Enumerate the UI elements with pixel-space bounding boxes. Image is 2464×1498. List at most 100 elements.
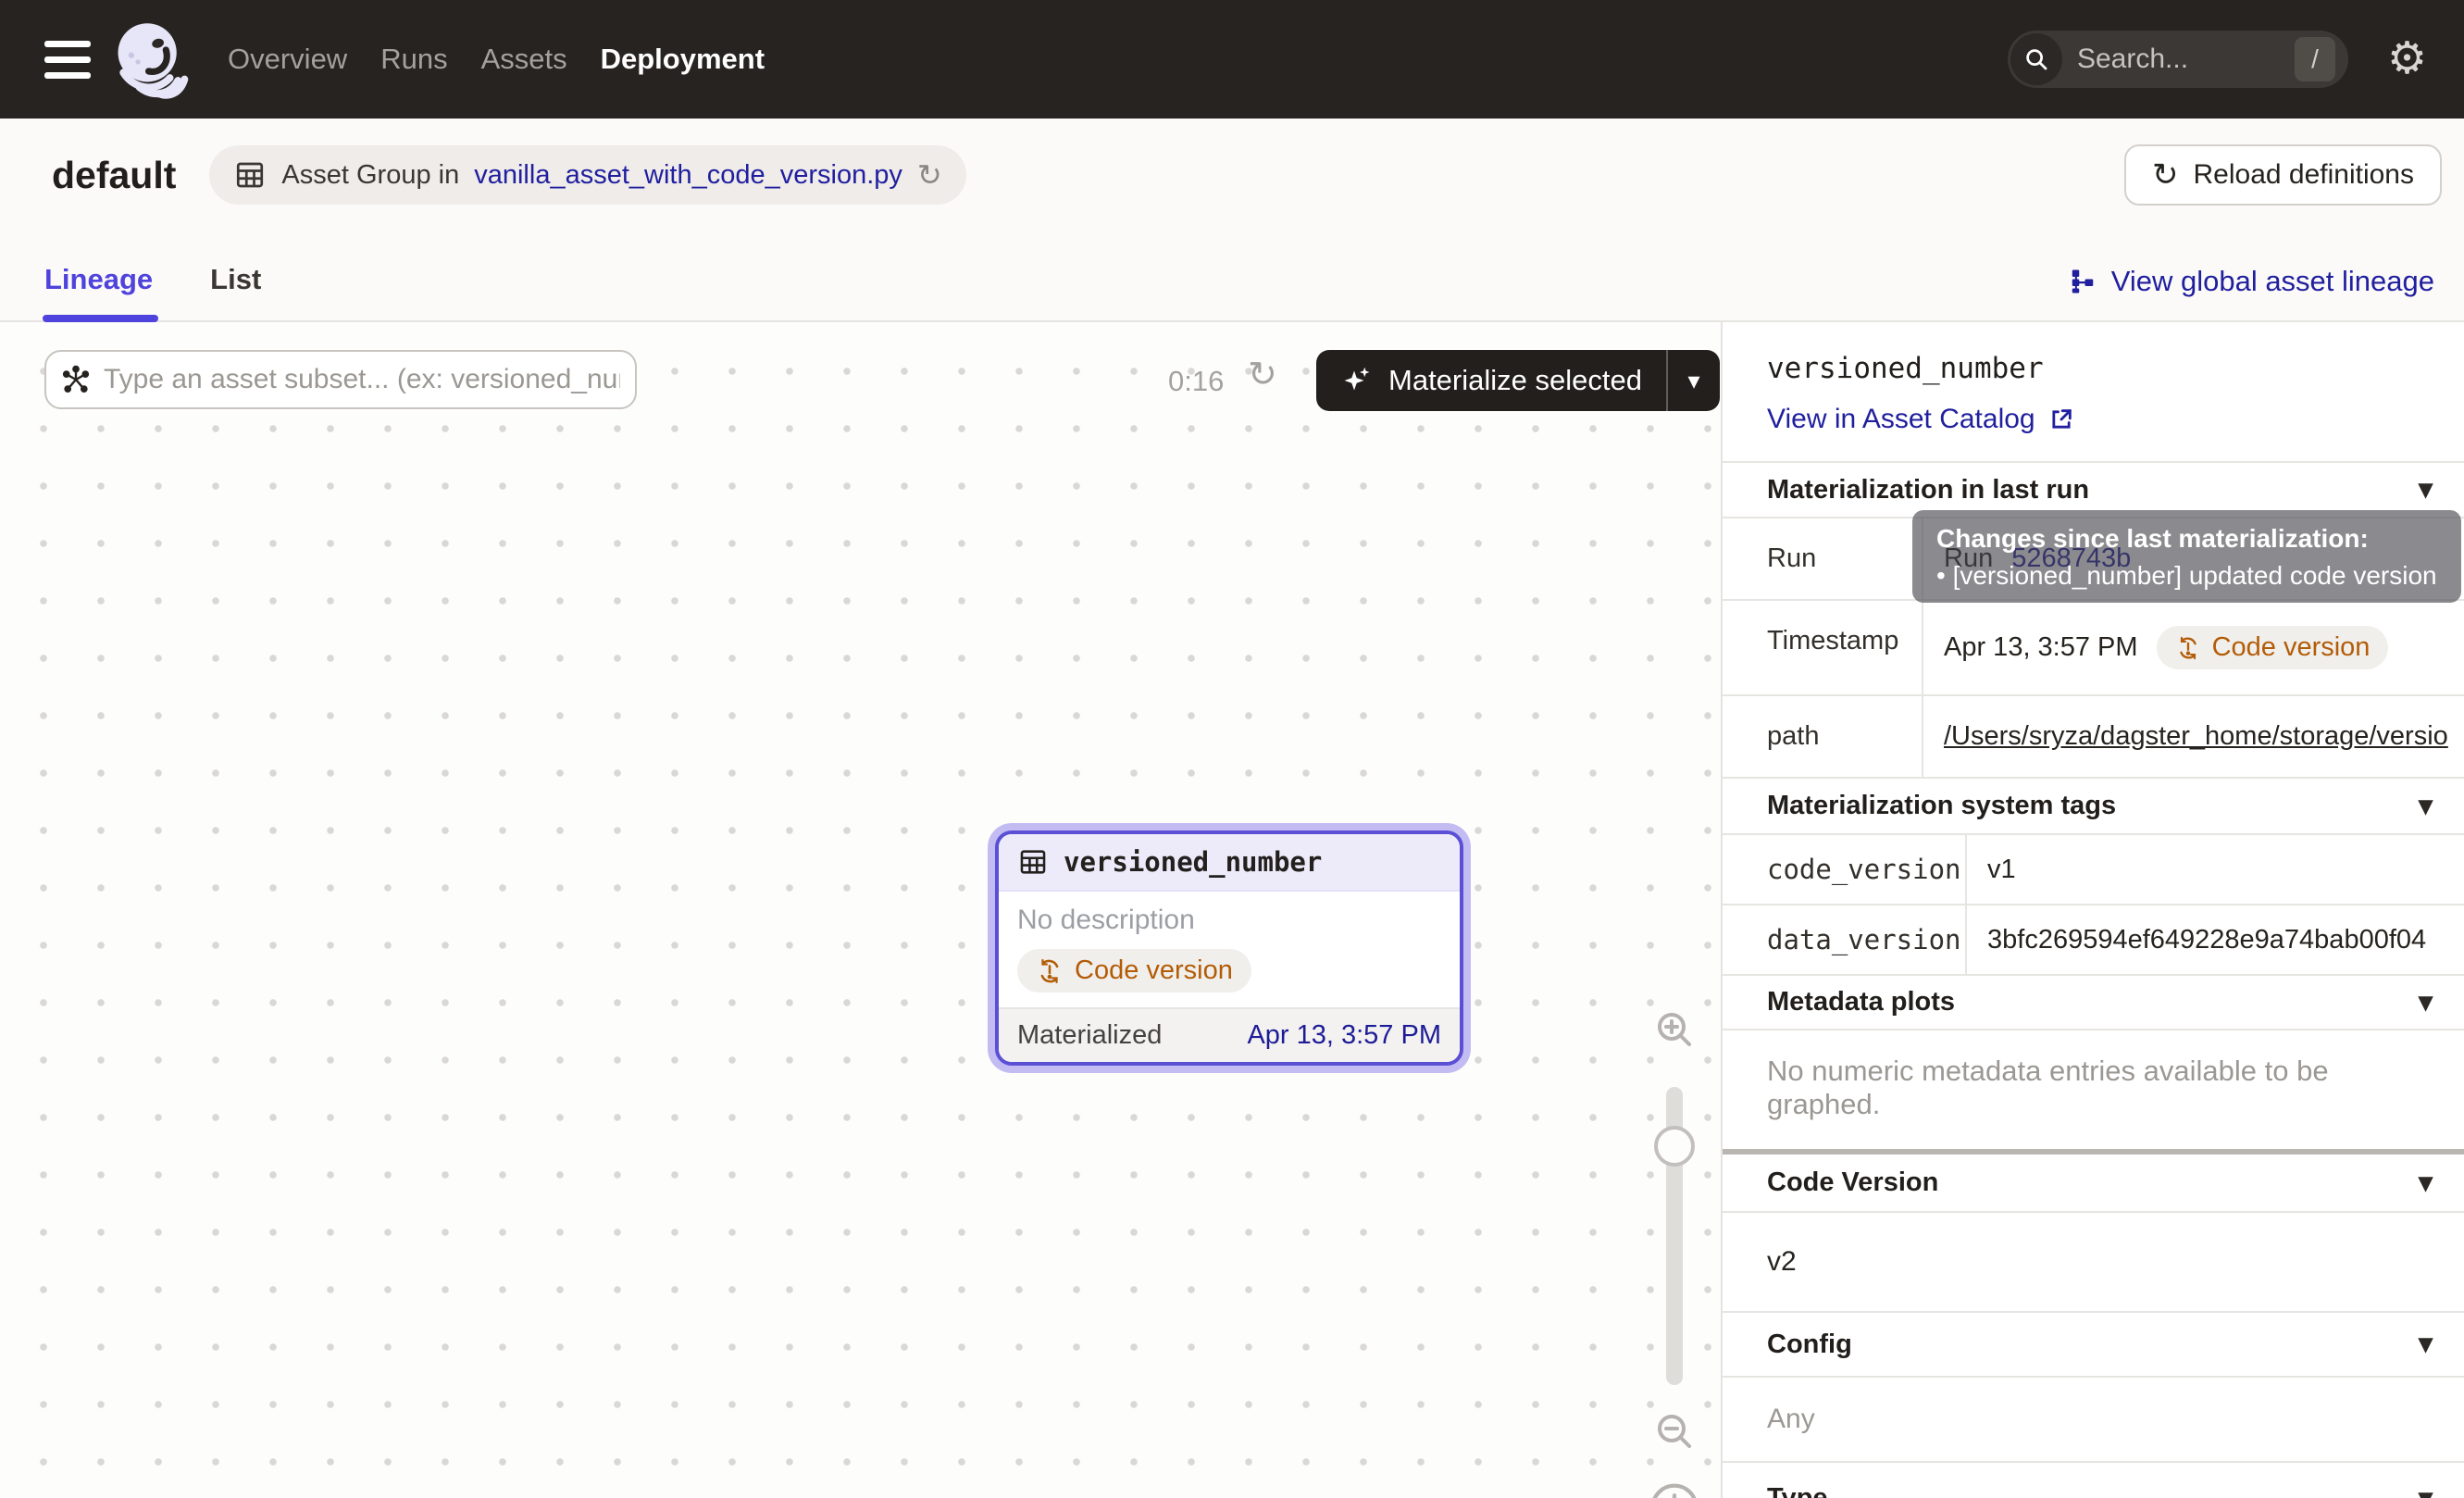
asset-graph-icon (61, 365, 91, 394)
code-version-badge-label: Code version (2212, 632, 2371, 663)
sparkle-icon (1340, 364, 1374, 397)
asset-node-versioned-number[interactable]: versioned_number No description Code ver… (995, 830, 1463, 1066)
table-row-timestamp: Timestamp Apr 13, 3:57 PM Code version (1723, 601, 2464, 696)
changes-tooltip: Changes since last materialization: • [v… (1912, 510, 2461, 603)
hamburger-menu-icon[interactable] (44, 41, 91, 79)
nav-item-deployment[interactable]: Deployment (601, 43, 765, 76)
zoom-slider[interactable] (1666, 1087, 1683, 1385)
section-config[interactable]: Config ▾ (1723, 1313, 2464, 1378)
nav-item-runs[interactable]: Runs (380, 43, 447, 76)
asset-node-header: versioned_number (999, 834, 1460, 892)
dagster-logo-icon[interactable] (107, 17, 193, 102)
chevron-down-icon[interactable]: ▾ (2419, 1330, 2433, 1358)
gear-icon[interactable]: ⚙ (2387, 37, 2427, 81)
main-content: 0:16 ↻ Materialize selected ▾ (0, 322, 2464, 1498)
refresh-icon[interactable]: ↻ (1248, 357, 1277, 393)
page-header: default Asset Group in vanilla_asset_wit… (0, 119, 2464, 231)
section-title: Materialization in last run (1767, 475, 2089, 506)
asset-lineage-canvas[interactable]: 0:16 ↻ Materialize selected ▾ (0, 322, 1723, 1498)
row-label: Run (1723, 518, 1923, 599)
asset-group-breadcrumb: Asset Group in vanilla_asset_with_code_v… (209, 145, 965, 205)
section-title: Code Version (1767, 1167, 1938, 1198)
materialized-timestamp-link[interactable]: Apr 13, 3:57 PM (1247, 1020, 1441, 1051)
section-title: Materialization system tags (1767, 791, 2116, 821)
chevron-down-icon[interactable]: ▾ (2419, 476, 2433, 504)
table-grid-icon (233, 158, 267, 192)
zoom-in-icon[interactable] (1652, 1007, 1697, 1052)
zoom-out-icon[interactable] (1652, 1409, 1697, 1454)
row-label: path (1723, 696, 1923, 777)
dagster-app: Overview Runs Assets Deployment / ⚙ defa… (0, 0, 2464, 1498)
top-navbar: Overview Runs Assets Deployment / ⚙ (0, 0, 2464, 119)
section-metadata-plots[interactable]: Metadata plots ▾ (1723, 976, 2464, 1030)
materialize-selected-button[interactable]: Materialize selected ▾ (1316, 350, 1720, 411)
chevron-down-icon[interactable]: ▾ (2419, 1485, 2433, 1498)
table-row-code-version: code_version v1 (1723, 835, 2464, 905)
table-row-data-version: data_version 3bfc269594ef649228e9a74bab0… (1723, 905, 2464, 976)
materialized-status-label: Materialized (1017, 1020, 1162, 1051)
materialize-label: Materialize selected (1388, 364, 1642, 397)
tooltip-title: Changes since last materialization: (1936, 524, 2437, 554)
panel-asset-title: versioned_number (1767, 352, 2464, 385)
search-input[interactable] (2062, 44, 2295, 75)
asset-node-footer: Materialized Apr 13, 3:57 PM (999, 1007, 1460, 1062)
asset-node-description: No description (1017, 905, 1441, 936)
view-global-asset-lineage-link[interactable]: View global asset lineage (2069, 265, 2434, 320)
asset-details-panel: versioned_number View in Asset Catalog M… (1723, 322, 2464, 1498)
code-version-value: v2 (1723, 1213, 2464, 1313)
refresh-icon[interactable]: ↻ (917, 160, 942, 190)
nav-item-assets[interactable]: Assets (481, 43, 567, 76)
asset-group-file-link[interactable]: vanilla_asset_with_code_version.py (474, 160, 902, 191)
config-value: Any (1723, 1378, 2464, 1463)
search-shortcut-badge: / (2295, 37, 2335, 81)
section-materialization-system-tags[interactable]: Materialization system tags ▾ (1723, 779, 2464, 835)
chevron-down-icon[interactable]: ▾ (2419, 1169, 2433, 1197)
view-in-asset-catalog-link[interactable]: View in Asset Catalog (1767, 404, 2074, 435)
tab-list[interactable]: List (210, 263, 261, 320)
asset-node-body: No description Code version (999, 892, 1460, 1007)
section-title: Metadata plots (1767, 987, 1955, 1017)
table-row-path: path /Users/sryza/dagster_home/storage/v… (1723, 696, 2464, 779)
section-type[interactable]: Type ▾ (1723, 1463, 2464, 1498)
zoom-controls (1643, 1007, 1706, 1498)
search-icon (2010, 33, 2062, 85)
panel-header: versioned_number View in Asset Catalog (1723, 322, 2464, 463)
metadata-plots-empty-message: No numeric metadata entries available to… (1723, 1030, 2464, 1155)
asset-subset-input[interactable] (104, 364, 620, 395)
external-link-icon (2048, 406, 2074, 432)
refresh-timer: 0:16 (1168, 365, 1224, 398)
code-version-changed-icon (2175, 635, 2201, 661)
view-tabs: Lineage List View global asset lineage (0, 231, 2464, 322)
table-grid-icon (1017, 846, 1049, 878)
tab-lineage[interactable]: Lineage (44, 263, 153, 320)
tag-value: 3bfc269594ef649228e9a74bab00f04 (1987, 925, 2426, 955)
row-label: code_version (1723, 835, 1967, 904)
materialize-dropdown-caret[interactable]: ▾ (1666, 350, 1720, 411)
refresh-icon: ↻ (2152, 159, 2179, 191)
code-version-badge[interactable]: Code version (2157, 626, 2389, 669)
section-title: Type (1767, 1483, 1828, 1498)
section-code-version[interactable]: Code Version ▾ (1723, 1155, 2464, 1213)
global-search[interactable]: / (2008, 31, 2348, 88)
main-nav: Overview Runs Assets Deployment (228, 43, 765, 76)
chevron-down-icon[interactable]: ▾ (2419, 989, 2433, 1017)
timestamp-value: Apr 13, 3:57 PM (1944, 632, 2138, 663)
global-lineage-label: View global asset lineage (2111, 265, 2434, 298)
asset-group-prefix: Asset Group in (281, 160, 459, 191)
section-title: Config (1767, 1329, 1852, 1360)
code-version-badge[interactable]: Code version (1017, 949, 1251, 992)
page-title: default (52, 154, 176, 197)
zoom-slider-handle[interactable] (1654, 1126, 1695, 1167)
tag-value: v1 (1987, 855, 2016, 885)
reload-definitions-label: Reload definitions (2194, 159, 2415, 191)
lineage-graph-icon (2069, 268, 2097, 295)
catalog-link-label: View in Asset Catalog (1767, 404, 2035, 435)
asset-subset-filter[interactable] (44, 350, 637, 409)
chevron-down-icon[interactable]: ▾ (2419, 793, 2433, 820)
row-label: Timestamp (1723, 601, 1923, 694)
asset-node-title: versioned_number (1064, 846, 1322, 878)
reload-definitions-button[interactable]: ↻ Reload definitions (2124, 144, 2442, 206)
download-view-icon[interactable] (1649, 1481, 1700, 1498)
nav-item-overview[interactable]: Overview (228, 43, 347, 76)
path-value-link[interactable]: /Users/sryza/dagster_home/storage/versio (1944, 721, 2448, 752)
